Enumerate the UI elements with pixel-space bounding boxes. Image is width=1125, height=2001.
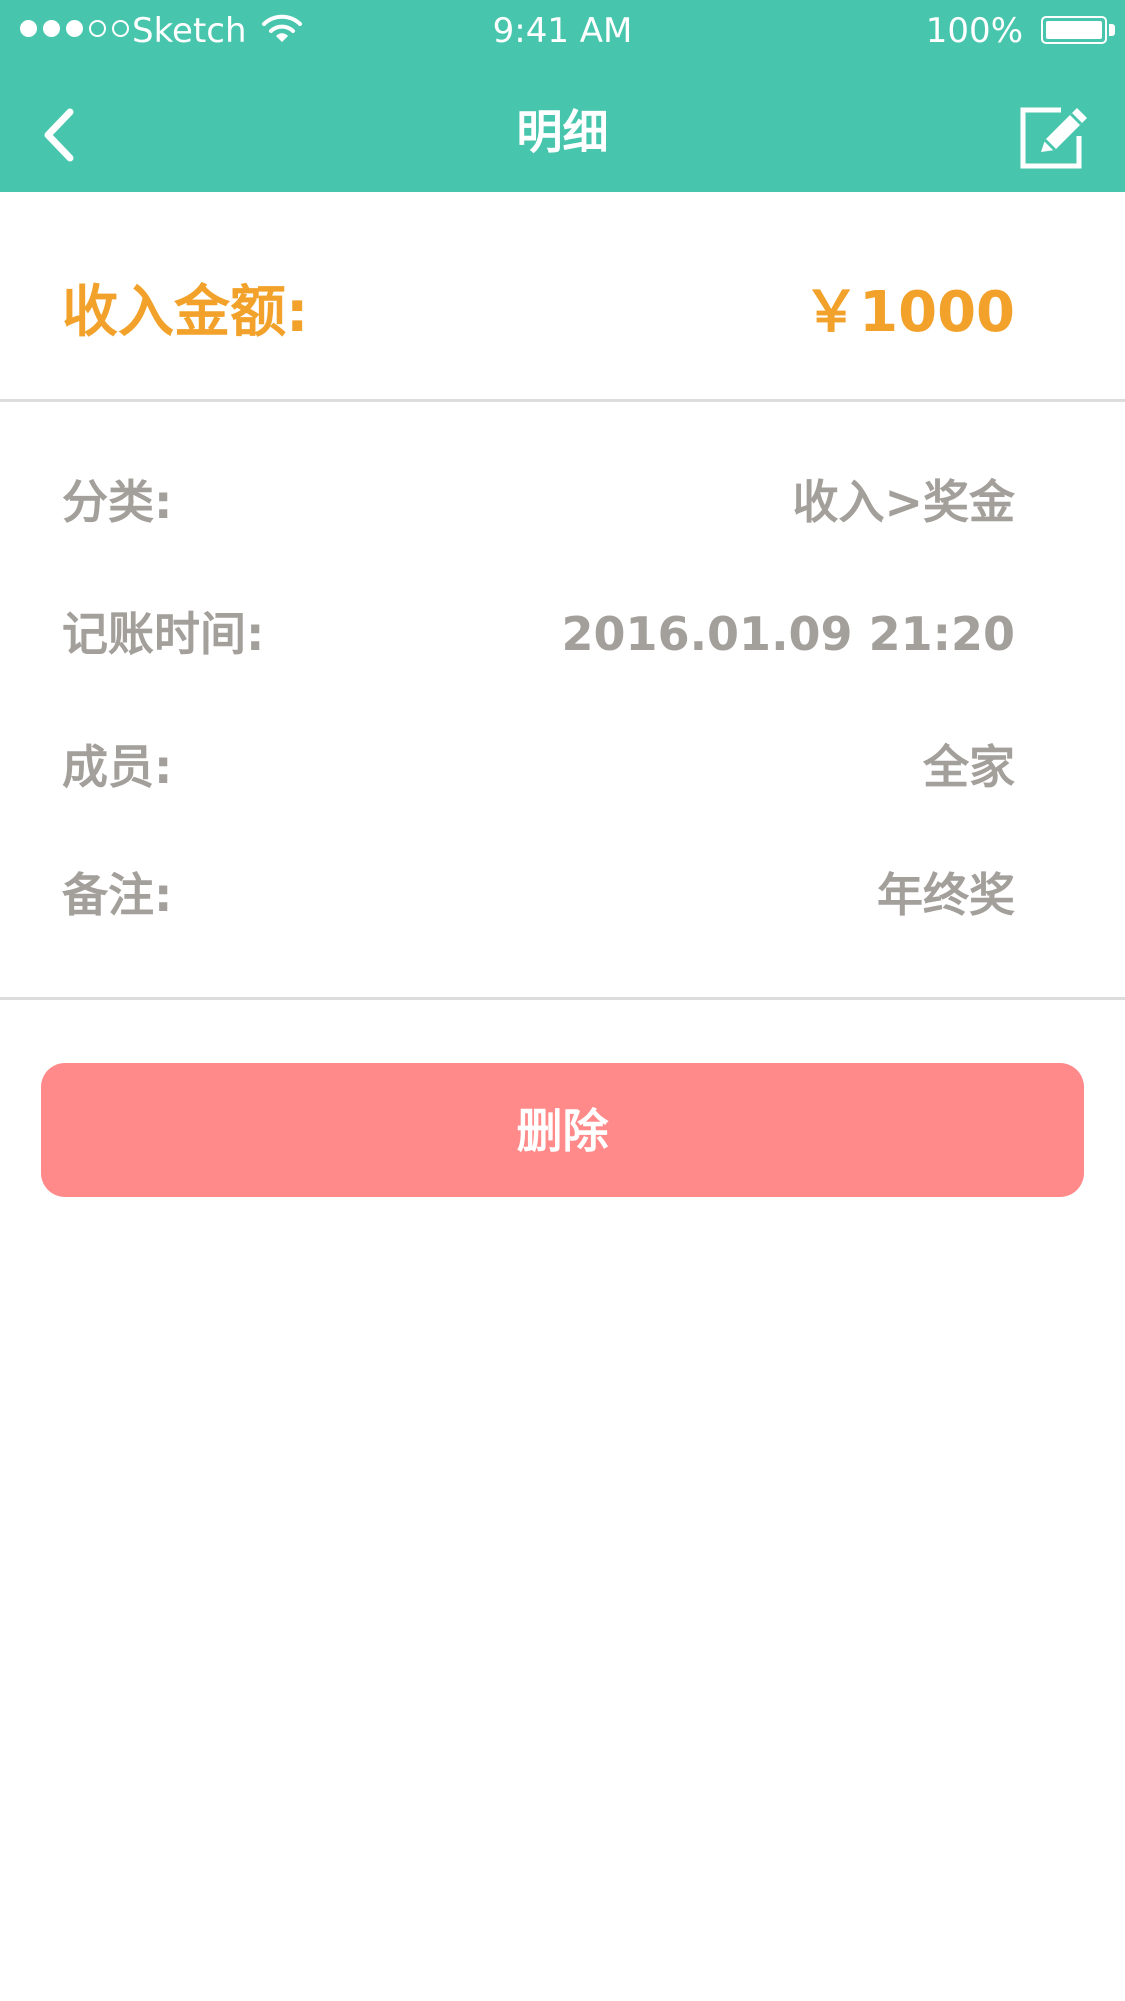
battery-cap	[1109, 24, 1115, 36]
details-section: 分类: 收入>奖金 记账时间: 2016.01.09 21:20 成员: 全家 …	[0, 402, 1125, 1000]
record-time-value: 2016.01.09 21:20	[561, 607, 1015, 661]
delete-button[interactable]: 删除	[41, 1063, 1084, 1197]
status-bar: Sketch 9:41 AM 100%	[0, 0, 1125, 62]
detail-row-note: 备注: 年终奖	[0, 860, 1125, 930]
income-amount-row: 收入金额: ￥1000	[0, 192, 1125, 402]
battery-percentage: 100%	[925, 11, 1023, 51]
edit-icon	[1020, 107, 1087, 169]
member-value: 全家	[923, 740, 1015, 794]
detail-row-time: 记账时间: 2016.01.09 21:20	[0, 599, 1125, 669]
page-title: 明细	[516, 105, 609, 159]
note-value: 年终奖	[877, 868, 1015, 922]
record-time-label: 记账时间:	[62, 607, 265, 661]
member-label: 成员:	[62, 740, 173, 794]
category-value: 收入>奖金	[792, 475, 1015, 529]
edit-button[interactable]	[1017, 102, 1095, 172]
nav-header: Sketch 9:41 AM 100% 明细	[0, 0, 1125, 192]
category-label: 分类:	[62, 475, 173, 529]
note-label: 备注:	[62, 868, 173, 922]
amount-value: ￥1000	[803, 280, 1015, 345]
battery-level	[1046, 21, 1102, 39]
detail-row-member: 成员: 全家	[0, 732, 1125, 802]
amount-label: 收入金额:	[62, 280, 309, 345]
detail-screen: Sketch 9:41 AM 100% 明细 收入金额: ￥1000 分类: 收…	[0, 0, 1125, 2001]
detail-row-category: 分类: 收入>奖金	[0, 467, 1125, 537]
battery-icon	[1041, 16, 1107, 44]
